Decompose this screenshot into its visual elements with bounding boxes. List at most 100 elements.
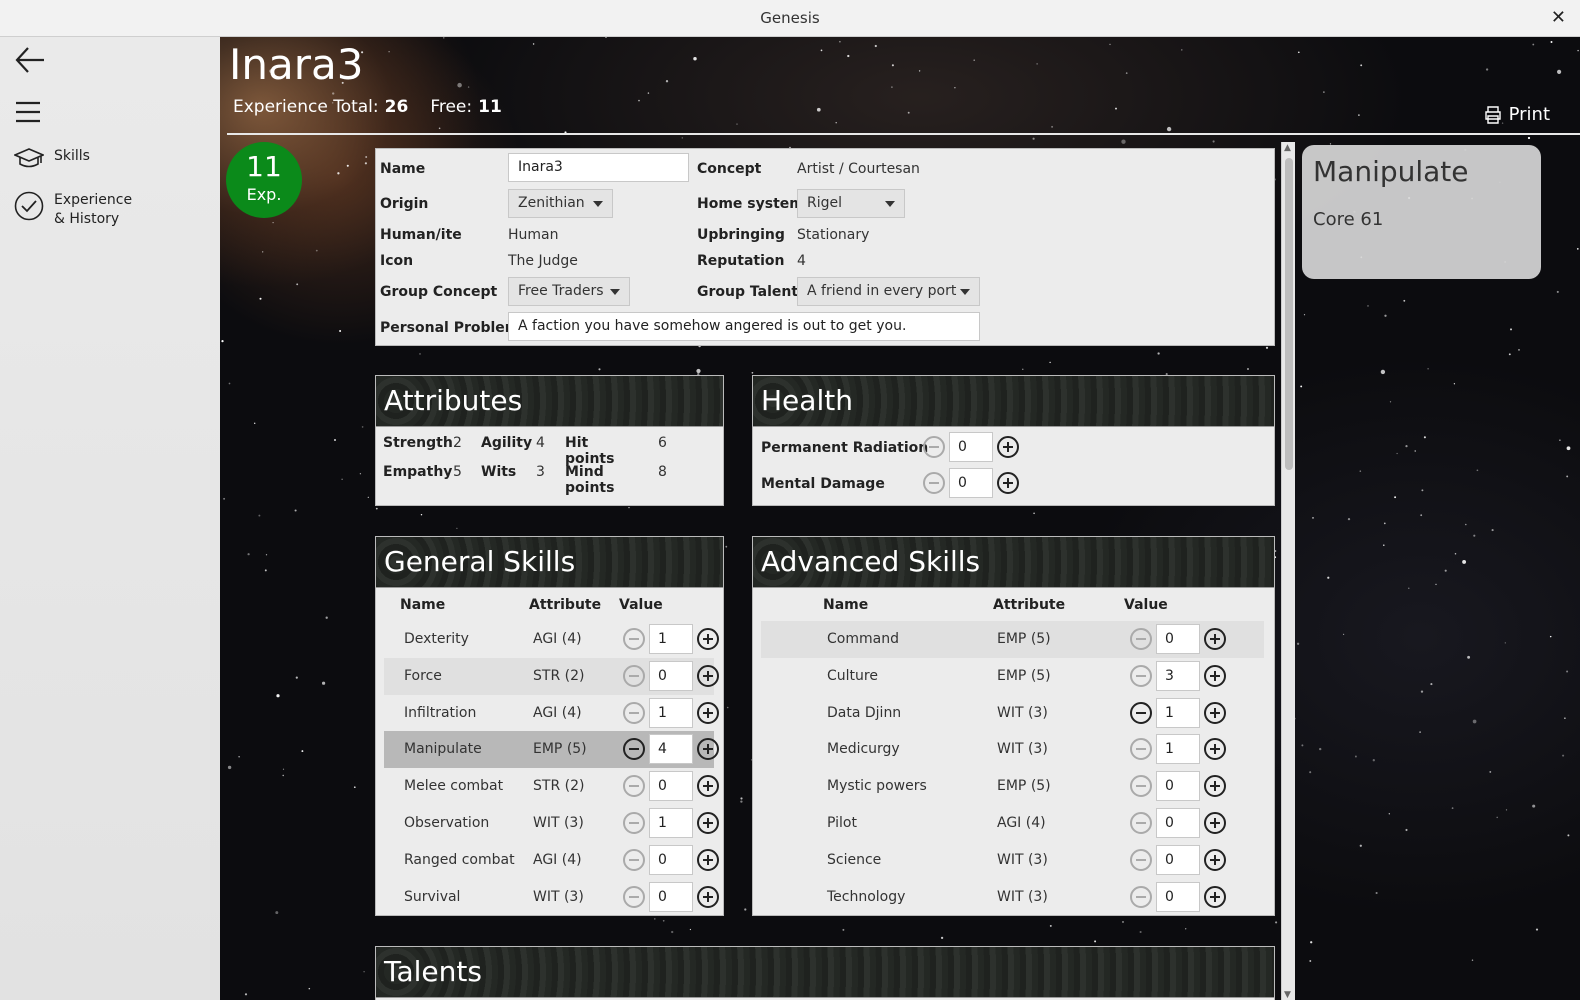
minus-icon[interactable] bbox=[1130, 738, 1152, 761]
minus-icon[interactable] bbox=[1130, 848, 1152, 871]
plus-icon[interactable] bbox=[1204, 812, 1226, 834]
plus-icon[interactable] bbox=[697, 701, 719, 724]
scroll-up-icon[interactable]: ▲ bbox=[1284, 143, 1291, 153]
skill-value-input[interactable]: 1 bbox=[649, 697, 693, 728]
check-circle-icon bbox=[14, 191, 44, 221]
group-concept-dropdown[interactable]: Free Traders bbox=[508, 277, 630, 306]
skill-name: Science bbox=[827, 851, 882, 868]
plus-icon[interactable] bbox=[1204, 701, 1226, 724]
skill-row-pilot[interactable]: Pilot AGI (4) 0 bbox=[761, 805, 1264, 842]
minus-icon[interactable] bbox=[1130, 885, 1152, 908]
skill-row-mystic-powers[interactable]: Mystic powers EMP (5) 0 bbox=[761, 768, 1264, 805]
minus-icon[interactable] bbox=[1130, 701, 1152, 724]
skill-value-input[interactable]: 1 bbox=[649, 808, 693, 838]
plus-icon[interactable] bbox=[697, 664, 719, 687]
skill-row-infiltration[interactable]: Infiltration AGI (4) 1 bbox=[384, 695, 719, 732]
scrollbar-thumb[interactable] bbox=[1285, 158, 1293, 470]
skill-value-input[interactable]: 0 bbox=[1156, 808, 1200, 838]
plus-icon[interactable] bbox=[1204, 885, 1226, 908]
plus-icon[interactable] bbox=[1204, 664, 1226, 687]
skill-row-melee-combat[interactable]: Melee combat STR (2) 0 bbox=[384, 768, 719, 805]
plus-icon[interactable] bbox=[697, 812, 719, 834]
attr-empathy-value: 5 bbox=[453, 464, 462, 480]
skill-value-input[interactable]: 1 bbox=[1156, 734, 1200, 765]
skill-attribute: STR (2) bbox=[533, 667, 585, 684]
skill-row-ranged-combat[interactable]: Ranged combat AGI (4) 0 bbox=[384, 842, 719, 879]
concept-value: Artist / Courtesan bbox=[797, 161, 920, 177]
scroll-down-icon[interactable]: ▼ bbox=[1284, 990, 1291, 1000]
plus-icon[interactable] bbox=[1204, 775, 1226, 798]
skill-value-input[interactable]: 3 bbox=[1156, 660, 1200, 691]
skill-value-stepper: 0 bbox=[623, 844, 719, 875]
minus-icon[interactable] bbox=[623, 775, 645, 798]
minus-icon[interactable] bbox=[923, 472, 945, 494]
sidebar-item-skills[interactable]: Skills bbox=[14, 147, 90, 171]
skill-value-input[interactable]: 0 bbox=[649, 660, 693, 691]
general-skills-panel: General Skills Name Attribute Value Dext… bbox=[375, 536, 724, 916]
skill-row-force[interactable]: Force STR (2) 0 bbox=[384, 657, 719, 695]
close-icon[interactable]: ✕ bbox=[1551, 7, 1566, 28]
advanced-skills-panel: Advanced Skills Name Attribute Value Com… bbox=[752, 536, 1275, 916]
minus-icon[interactable] bbox=[623, 885, 645, 908]
skill-value-input[interactable]: 0 bbox=[1156, 844, 1200, 875]
skill-name: Infiltration bbox=[404, 704, 477, 721]
name-input[interactable]: Inara3 bbox=[508, 153, 689, 182]
skill-attribute: WIT (3) bbox=[997, 851, 1048, 868]
minus-icon[interactable] bbox=[623, 701, 645, 724]
plus-icon[interactable] bbox=[997, 436, 1019, 458]
skill-row-observation[interactable]: Observation WIT (3) 1 bbox=[384, 805, 719, 842]
skill-value-input[interactable]: 0 bbox=[1156, 771, 1200, 802]
skill-row-technology[interactable]: Technology WIT (3) 0 bbox=[761, 879, 1264, 916]
skill-row-science[interactable]: Science WIT (3) 0 bbox=[761, 842, 1264, 879]
skill-value-input[interactable]: 0 bbox=[1156, 881, 1200, 912]
skill-row-dexterity[interactable]: Dexterity AGI (4) 1 bbox=[384, 621, 719, 658]
skill-value-input[interactable]: 1 bbox=[1156, 697, 1200, 728]
plus-icon[interactable] bbox=[997, 472, 1019, 494]
plus-icon[interactable] bbox=[697, 628, 719, 650]
skill-row-command[interactable]: Command EMP (5) 0 bbox=[761, 621, 1264, 658]
skill-row-data-djinn[interactable]: Data Djinn WIT (3) 1 bbox=[761, 695, 1264, 732]
plus-icon[interactable] bbox=[697, 775, 719, 798]
exp-free-label: Free: bbox=[430, 97, 473, 117]
skill-value-input[interactable]: 4 bbox=[649, 734, 693, 765]
plus-icon[interactable] bbox=[1204, 738, 1226, 761]
menu-button[interactable] bbox=[14, 99, 42, 129]
exp-free-value: 11 bbox=[478, 97, 502, 117]
skill-value-input[interactable]: 1 bbox=[649, 624, 693, 654]
skill-row-culture[interactable]: Culture EMP (5) 3 bbox=[761, 658, 1264, 695]
plus-icon[interactable] bbox=[697, 848, 719, 871]
skill-value-input[interactable]: 0 bbox=[649, 844, 693, 875]
plus-icon[interactable] bbox=[1204, 628, 1226, 650]
skill-value-input[interactable]: 0 bbox=[1156, 624, 1200, 654]
sidebar-item-experience-history[interactable]: Experience & History bbox=[14, 191, 132, 229]
home-system-dropdown[interactable]: Rigel bbox=[797, 189, 905, 218]
back-button[interactable] bbox=[14, 45, 46, 79]
minus-icon[interactable] bbox=[1130, 812, 1152, 834]
minus-icon[interactable] bbox=[623, 664, 645, 687]
plus-icon[interactable] bbox=[1204, 848, 1226, 871]
mental-damage-stepper: 0 bbox=[923, 468, 1019, 498]
permanent-radiation-input[interactable]: 0 bbox=[949, 432, 993, 462]
skill-row-manipulate[interactable]: Manipulate EMP (5) 4 bbox=[384, 731, 719, 769]
personal-problem-input[interactable]: A faction you have somehow angered is ou… bbox=[508, 312, 980, 341]
skill-row-survival[interactable]: Survival WIT (3) 0 bbox=[384, 879, 719, 916]
mental-damage-input[interactable]: 0 bbox=[949, 468, 993, 498]
plus-icon[interactable] bbox=[697, 738, 719, 761]
minus-icon[interactable] bbox=[623, 812, 645, 834]
mental-damage-label: Mental Damage bbox=[761, 476, 885, 492]
skill-value-input[interactable]: 0 bbox=[649, 881, 693, 912]
plus-icon[interactable] bbox=[697, 885, 719, 908]
skill-row-medicurgy[interactable]: Medicurgy WIT (3) 1 bbox=[761, 731, 1264, 768]
skill-value-input[interactable]: 0 bbox=[649, 771, 693, 802]
minus-icon[interactable] bbox=[1130, 775, 1152, 798]
minus-icon[interactable] bbox=[1130, 664, 1152, 687]
minus-icon[interactable] bbox=[623, 848, 645, 871]
minus-icon[interactable] bbox=[1130, 628, 1152, 650]
minus-icon[interactable] bbox=[623, 628, 645, 650]
print-button[interactable]: Print bbox=[1483, 104, 1550, 125]
group-talent-dropdown[interactable]: A friend in every port bbox=[797, 277, 980, 306]
minus-icon[interactable] bbox=[623, 738, 645, 761]
origin-dropdown[interactable]: Zenithian bbox=[508, 189, 613, 218]
minus-icon[interactable] bbox=[923, 436, 945, 458]
main-scrollbar[interactable]: ▲ ▼ bbox=[1281, 142, 1295, 1000]
